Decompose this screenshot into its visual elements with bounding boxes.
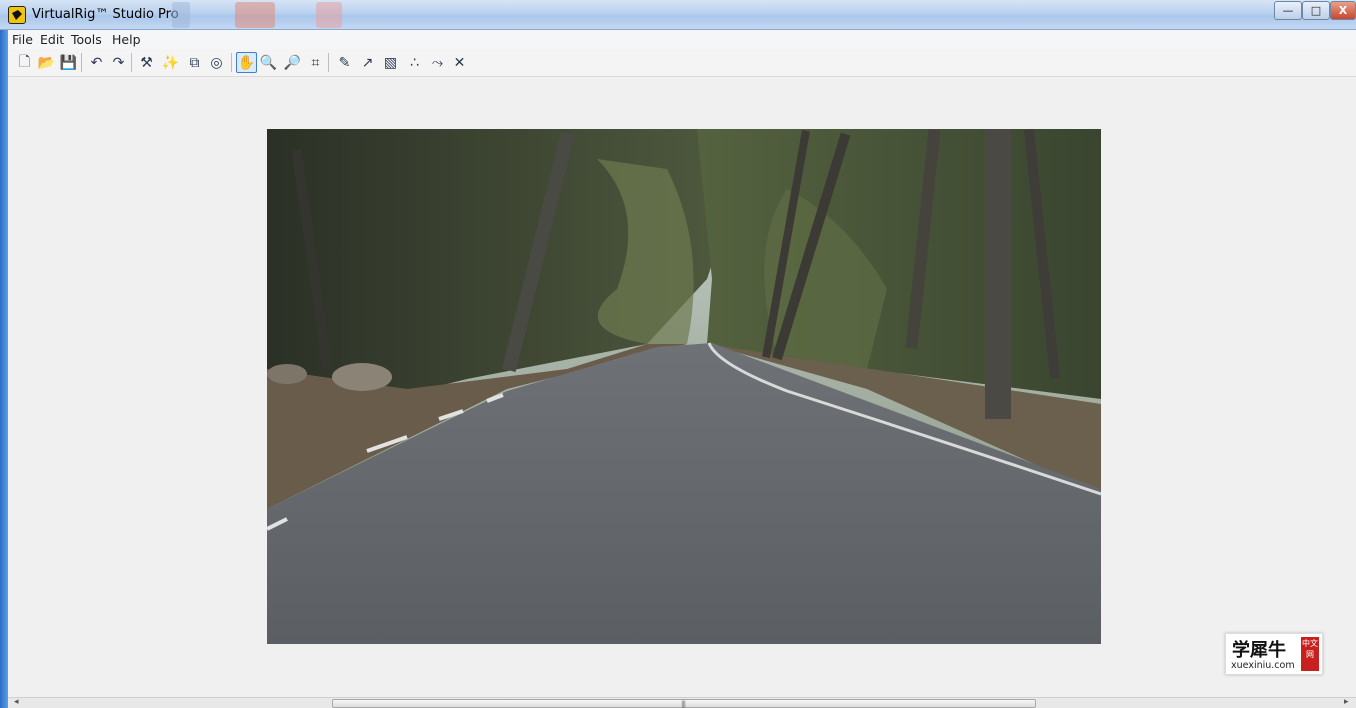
taskbar-blur-icon	[235, 2, 275, 28]
new-file-icon[interactable]: 🗋	[14, 52, 35, 73]
layers-icon[interactable]: ⧉	[184, 52, 205, 73]
open-folder-icon[interactable]: 📂	[36, 52, 57, 73]
window-left-border	[0, 30, 8, 708]
delete-icon[interactable]: ✕	[449, 52, 470, 73]
draw-arrow-icon[interactable]: ↗	[357, 52, 378, 73]
zoom-in-icon[interactable]: 🔍	[258, 52, 279, 73]
scroll-left-arrow-icon[interactable]: ◂	[14, 697, 19, 707]
scroll-right-arrow-icon[interactable]: ▸	[1344, 697, 1349, 707]
zoom-out-icon[interactable]: 🔎	[282, 52, 303, 73]
title-bar[interactable]: VirtualRig™ Studio Pro — □ X	[0, 0, 1356, 30]
draw-line-icon[interactable]: ✎	[334, 52, 355, 73]
menu-tools[interactable]: Tools	[71, 32, 102, 47]
taskbar-blur-icon	[172, 2, 190, 28]
menu-help[interactable]: Help	[112, 32, 141, 47]
points-icon[interactable]: ∴	[404, 52, 425, 73]
maximize-button[interactable]: □	[1302, 1, 1330, 20]
menu-bar: File Edit Tools Help	[8, 30, 1356, 49]
wand-icon[interactable]: ✨	[160, 52, 181, 73]
undo-icon[interactable]: ↶	[86, 52, 107, 73]
save-icon[interactable]: 💾	[58, 52, 79, 73]
toolbar-separator	[328, 53, 329, 72]
image-canvas[interactable]: 学犀牛 xuexiniu.com 中文网	[8, 77, 1356, 697]
tools-icon[interactable]: ⚒	[136, 52, 157, 73]
app-logo-icon	[8, 6, 26, 24]
road-photo[interactable]	[267, 129, 1101, 644]
watermark-title: 学犀牛	[1232, 640, 1286, 661]
window-title: VirtualRig™ Studio Pro	[32, 7, 179, 22]
close-button[interactable]: X	[1330, 1, 1356, 20]
forest-road-image	[267, 129, 1101, 644]
toolbar-separator	[131, 53, 132, 72]
scroll-grip-icon: |||	[681, 700, 686, 708]
redo-icon[interactable]: ↷	[108, 52, 129, 73]
rig-icon[interactable]: ◎	[206, 52, 227, 73]
menu-edit[interactable]: Edit	[40, 32, 64, 47]
menu-file[interactable]: File	[12, 32, 33, 47]
toolbar-separator	[231, 53, 232, 72]
scroll-thumb[interactable]: |||	[332, 699, 1036, 708]
watermark-logo: 学犀牛 xuexiniu.com 中文网	[1225, 633, 1323, 675]
watermark-badge: 中文网	[1301, 637, 1319, 671]
pan-hand-icon[interactable]: ✋	[236, 52, 257, 73]
zoom-fit-icon[interactable]: ⌗	[305, 52, 326, 73]
watermark-url: xuexiniu.com	[1231, 660, 1295, 671]
app-window: VirtualRig™ Studio Pro — □ X File Edit T…	[0, 0, 1356, 708]
taskbar-blur-icon	[316, 2, 342, 28]
minimize-button[interactable]: —	[1274, 1, 1302, 20]
toolbar: 🗋 📂 💾 ↶ ↷ ⚒ ✨ ⧉ ◎ ✋ 🔍 🔎 ⌗ ✎ ↗ ▧ ∴ ⤳ ✕	[8, 49, 1356, 77]
path-icon[interactable]: ⤳	[427, 52, 448, 73]
horizontal-scrollbar[interactable]: ◂ ||| ▸	[8, 697, 1356, 708]
toolbar-separator	[81, 53, 82, 72]
select-region-icon[interactable]: ▧	[380, 52, 401, 73]
